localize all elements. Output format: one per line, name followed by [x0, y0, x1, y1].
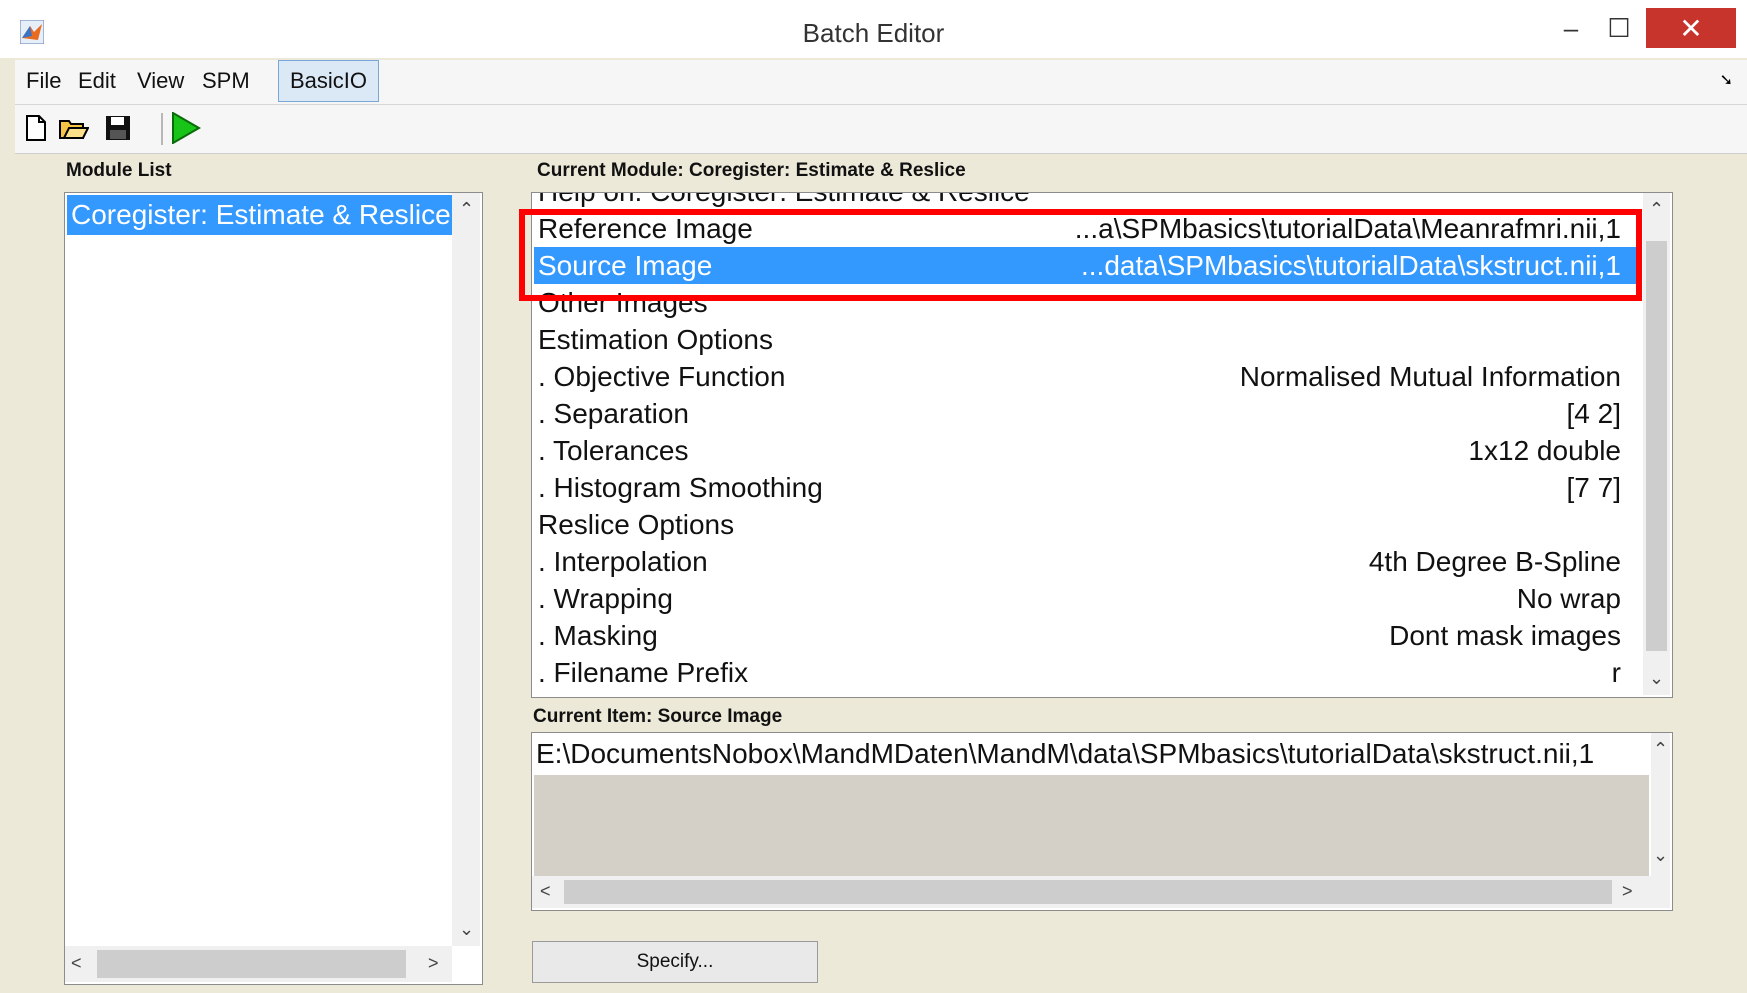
- current-module-label: Current Module: Coregister: Estimate & R…: [537, 160, 966, 181]
- current-module-vertical-scrollbar[interactable]: ⌃ ⌄: [1643, 193, 1670, 695]
- list-item[interactable]: . Masking Dont mask images: [534, 617, 1641, 654]
- chevron-left-icon[interactable]: <: [71, 953, 82, 974]
- minimize-button[interactable]: –: [1548, 8, 1594, 48]
- chevron-up-icon[interactable]: ⌃: [1653, 739, 1668, 760]
- current-item-value[interactable]: E:\DocumentsNobox\MandMDaten\MandM\data\…: [534, 735, 1651, 773]
- toolbar: [15, 105, 1747, 154]
- list-item[interactable]: Estimation Options: [534, 321, 1641, 358]
- list-item-reference-image[interactable]: Reference Image ...a\SPMbasics\tutorialDa…: [534, 210, 1641, 247]
- close-button[interactable]: ✕: [1646, 8, 1736, 48]
- menu-file[interactable]: File: [15, 60, 72, 102]
- chevron-down-icon[interactable]: ⌄: [1653, 845, 1668, 866]
- run-icon[interactable]: [171, 112, 201, 144]
- list-item[interactable]: Reslice Options: [534, 506, 1641, 543]
- current-item-vertical-scrollbar[interactable]: ⌃ ⌄: [1651, 733, 1670, 876]
- chevron-left-icon[interactable]: <: [540, 881, 551, 902]
- chevron-down-icon[interactable]: ⌄: [1649, 668, 1664, 689]
- list-item[interactable]: . Separation [4 2]: [534, 395, 1641, 432]
- module-list-horizontal-scrollbar[interactable]: < >: [65, 946, 452, 982]
- menu-overflow-icon[interactable]: ➘: [1720, 70, 1733, 90]
- list-item-source-image[interactable]: Source Image ...data\SPMbasics\tutorialDa…: [534, 247, 1641, 284]
- menu-edit[interactable]: Edit: [67, 60, 127, 102]
- title-bar: Batch Editor – ☐ ✕: [0, 0, 1747, 58]
- open-folder-icon[interactable]: [59, 113, 89, 143]
- maximize-button[interactable]: ☐: [1596, 8, 1642, 48]
- toolbar-separator: [161, 113, 163, 145]
- current-item-horizontal-scrollbar[interactable]: < >: [532, 876, 1670, 908]
- current-item-scroll-thumb[interactable]: [564, 880, 1612, 904]
- list-item[interactable]: . Wrapping No wrap: [534, 580, 1641, 617]
- specify-button[interactable]: Specify...: [532, 941, 818, 983]
- chevron-up-icon[interactable]: ⌃: [1649, 199, 1664, 220]
- save-icon[interactable]: [103, 113, 133, 143]
- chevron-up-icon[interactable]: ⌃: [459, 199, 474, 220]
- module-list[interactable]: Coregister: Estimate & Reslice ⌃ ⌄ < >: [64, 192, 483, 985]
- chevron-right-icon[interactable]: >: [1622, 881, 1633, 902]
- current-item-panel[interactable]: E:\DocumentsNobox\MandMDaten\MandM\data\…: [531, 732, 1673, 911]
- new-file-icon[interactable]: [21, 113, 51, 143]
- list-item[interactable]: . Objective Function Normalised Mutual In…: [534, 358, 1641, 395]
- list-item[interactable]: . Filename Prefix r: [534, 654, 1641, 691]
- list-item[interactable]: Other Images: [534, 284, 1641, 321]
- list-item[interactable]: . Interpolation 4th Degree B-Spline: [534, 543, 1641, 580]
- menu-spm[interactable]: SPM: [191, 60, 261, 102]
- current-module-list[interactable]: Help on: Coregister: Estimate & Reslice …: [531, 192, 1673, 698]
- list-item[interactable]: . Histogram Smoothing [7 7]: [534, 469, 1641, 506]
- menu-view[interactable]: View: [126, 60, 195, 102]
- chevron-down-icon[interactable]: ⌄: [459, 919, 474, 940]
- module-list-label: Module List: [66, 160, 172, 181]
- menu-bar: File Edit View SPM BasicIO ➘: [15, 60, 1747, 105]
- window-title: Batch Editor: [802, 18, 945, 48]
- batch-editor-window: Batch Editor – ☐ ✕ File Edit View SPM Ba…: [0, 0, 1747, 993]
- menu-basicio[interactable]: BasicIO: [278, 60, 380, 102]
- module-list-vertical-scrollbar[interactable]: ⌃ ⌄: [452, 193, 480, 946]
- list-item[interactable]: Help on: Coregister: Estimate & Reslice: [534, 193, 1641, 210]
- chevron-right-icon[interactable]: >: [428, 953, 439, 974]
- module-list-scroll-thumb[interactable]: [97, 950, 406, 978]
- current-module-scroll-thumb[interactable]: [1646, 241, 1667, 651]
- module-list-item[interactable]: Coregister: Estimate & Reslice: [67, 195, 454, 235]
- current-item-label: Current Item: Source Image: [533, 706, 783, 727]
- list-item[interactable]: . Tolerances 1x12 double: [534, 432, 1641, 469]
